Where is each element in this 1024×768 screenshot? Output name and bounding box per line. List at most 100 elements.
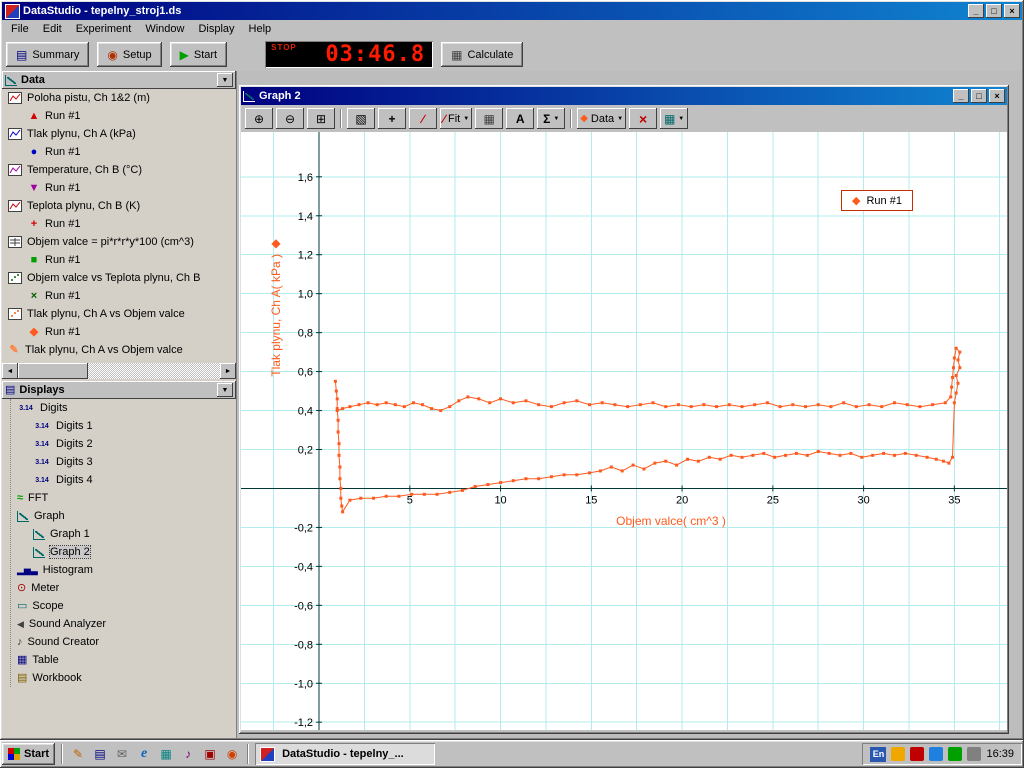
plot-area[interactable]: 1,61,41,21,00,80,60,40,2-0,2-0,4-0,6-0,8…: [241, 132, 1007, 730]
quick-launch-icon[interactable]: ▤: [91, 745, 109, 763]
display-item-sound-creator[interactable]: ♪ Sound Creator: [11, 633, 236, 651]
text-annotation-button[interactable]: A: [506, 108, 534, 129]
display-item-graph[interactable]: Graph: [11, 507, 236, 525]
menu-edit[interactable]: Edit: [36, 21, 69, 37]
start-menu-button[interactable]: Start: [2, 743, 55, 765]
quick-launch-icon[interactable]: e: [135, 745, 153, 763]
graph-close-button[interactable]: ×: [989, 89, 1005, 103]
smart-tool-icon: +: [388, 112, 395, 126]
data-item-poloha[interactable]: Poloha pistu, Ch 1&2 (m): [2, 89, 236, 107]
tray-icon[interactable]: [891, 747, 905, 761]
smart-tool-button[interactable]: +: [378, 108, 406, 129]
plot-svg[interactable]: 1,61,41,21,00,80,60,40,2-0,2-0,4-0,6-0,8…: [241, 132, 1007, 730]
tray-icon[interactable]: [910, 747, 924, 761]
display-item-graph-2[interactable]: Graph 2: [11, 543, 236, 561]
data-diamond-icon: ◆: [580, 113, 588, 124]
maximize-button[interactable]: □: [986, 4, 1002, 18]
data-item-teplota[interactable]: Teplota plynu, Ch B (K): [2, 197, 236, 215]
slope-tool-button[interactable]: ∕: [409, 108, 437, 129]
fit-menu-button[interactable]: ∕ Fit ▼: [440, 108, 472, 129]
data-item-tlak-vs-objem-2[interactable]: ✎ Tlak plynu, Ch A vs Objem valce: [2, 341, 236, 359]
graph-settings-button[interactable]: ▦ ▼: [660, 108, 688, 129]
data-item-label: Teplota plynu, Ch B (K): [27, 200, 140, 212]
minimize-button[interactable]: _: [968, 4, 984, 18]
display-item-digits-4[interactable]: 3.14 Digits 4: [11, 471, 236, 489]
scroll-track[interactable]: [18, 363, 220, 379]
start-button[interactable]: ▶ Start: [170, 42, 227, 67]
data-item-label: Poloha pistu, Ch 1&2 (m): [27, 92, 150, 104]
display-label: Digits 1: [56, 420, 93, 432]
summary-button[interactable]: ▤ Summary: [6, 42, 89, 67]
statistics-menu-button[interactable]: Σ ▼: [537, 108, 565, 129]
data-item-temperature[interactable]: Temperature, Ch B (°C): [2, 161, 236, 179]
remove-button[interactable]: ×: [629, 108, 657, 129]
display-item-sound-analyzer[interactable]: ◀ Sound Analyzer: [11, 615, 236, 633]
run-item[interactable]: ▼ Run #1: [2, 179, 236, 197]
data-item-label: Objem valce vs Teplota plynu, Ch B: [27, 272, 200, 284]
displays-panel-dropdown-icon[interactable]: ▼: [217, 383, 233, 397]
run-item[interactable]: × Run #1: [2, 287, 236, 305]
close-button[interactable]: ×: [1004, 4, 1020, 18]
legend[interactable]: ◆ Run #1: [841, 190, 913, 211]
setup-button[interactable]: ◉ Setup: [97, 42, 161, 67]
quick-launch-icon[interactable]: ◉: [223, 745, 241, 763]
data-item-tlak-vs-objem[interactable]: Tlak plynu, Ch A vs Objem valce: [2, 305, 236, 323]
run-item[interactable]: ▲ Run #1: [2, 107, 236, 125]
run-item[interactable]: ◆ Run #1: [2, 323, 236, 341]
summary-label: Summary: [32, 49, 79, 61]
menu-file[interactable]: File: [4, 21, 36, 37]
display-item-workbook[interactable]: ▤ Workbook: [11, 669, 236, 687]
language-indicator[interactable]: En: [870, 747, 886, 762]
display-item-graph-1[interactable]: Graph 1: [11, 525, 236, 543]
quick-launch-icon[interactable]: ✎: [69, 745, 87, 763]
zoom-in-button[interactable]: ⊕: [245, 108, 273, 129]
quick-launch-icon[interactable]: ▣: [201, 745, 219, 763]
quick-launch-icon[interactable]: ▦: [157, 745, 175, 763]
scroll-thumb[interactable]: [18, 363, 88, 379]
calculate-tool-button[interactable]: ▦: [475, 108, 503, 129]
display-item-table[interactable]: ▦ Table: [11, 651, 236, 669]
display-item-digits-1[interactable]: 3.14 Digits 1: [11, 417, 236, 435]
display-item-fft[interactable]: ≈ FFT: [11, 489, 236, 507]
quick-launch-icon[interactable]: ✉: [113, 745, 131, 763]
run-item[interactable]: + Run #1: [2, 215, 236, 233]
display-item-scope[interactable]: ▭ Scope: [11, 597, 236, 615]
svg-text:1,2: 1,2: [298, 250, 313, 262]
data-menu-button[interactable]: ◆ Data ▼: [577, 108, 626, 129]
graph-restore-button[interactable]: □: [971, 89, 987, 103]
client-area: Data ▼ Poloha pistu, Ch 1&2 (m) ▲ Run #1…: [2, 71, 1022, 738]
menu-window[interactable]: Window: [138, 21, 191, 37]
data-panel-dropdown-icon[interactable]: ▼: [217, 73, 233, 87]
task-button-datastudio[interactable]: DataStudio - tepelny_...: [255, 743, 435, 765]
display-item-meter[interactable]: ⊙ Meter: [11, 579, 236, 597]
display-item-digits-2[interactable]: 3.14 Digits 2: [11, 435, 236, 453]
zoom-out-button[interactable]: ⊖: [276, 108, 304, 129]
scroll-left-icon[interactable]: ◄: [2, 363, 18, 379]
menu-display[interactable]: Display: [191, 21, 241, 37]
tray-icon[interactable]: [929, 747, 943, 761]
display-item-digits-3[interactable]: 3.14 Digits 3: [11, 453, 236, 471]
calculate-button[interactable]: ▦ Calculate: [441, 42, 523, 67]
data-item-tlak[interactable]: Tlak plynu, Ch A (kPa): [2, 125, 236, 143]
graph-icon: [17, 511, 29, 522]
data-tree-hscrollbar[interactable]: ◄ ►: [2, 363, 236, 379]
tray-icon[interactable]: [967, 747, 981, 761]
data-item-label: Tlak plynu, Ch A vs Objem valce: [25, 344, 183, 356]
quick-launch-icon[interactable]: ♪: [179, 745, 197, 763]
run-item[interactable]: ● Run #1: [2, 143, 236, 161]
display-item-histogram[interactable]: ▂▅▃ Histogram: [11, 561, 236, 579]
data-item-objem-vs-teplota[interactable]: Objem valce vs Teplota plynu, Ch B: [2, 269, 236, 287]
run-label: Run #1: [45, 110, 80, 122]
data-item-objem[interactable]: Objem valce = pi*r*r*y*100 (cm^3): [2, 233, 236, 251]
zoom-select-button[interactable]: ⊞: [307, 108, 335, 129]
tray-icon[interactable]: [948, 747, 962, 761]
run-item[interactable]: ■ Run #1: [2, 251, 236, 269]
graph-window-titlebar[interactable]: Graph 2 _ □ ×: [241, 87, 1007, 105]
menu-help[interactable]: Help: [242, 21, 279, 37]
data-highlight-button[interactable]: ▧: [347, 108, 375, 129]
scroll-right-icon[interactable]: ►: [220, 363, 236, 379]
display-item-digits[interactable]: 3.14 Digits: [11, 399, 236, 417]
graph-minimize-button[interactable]: _: [953, 89, 969, 103]
menu-experiment[interactable]: Experiment: [69, 21, 139, 37]
menu-bar: File Edit Experiment Window Display Help: [2, 20, 1022, 38]
